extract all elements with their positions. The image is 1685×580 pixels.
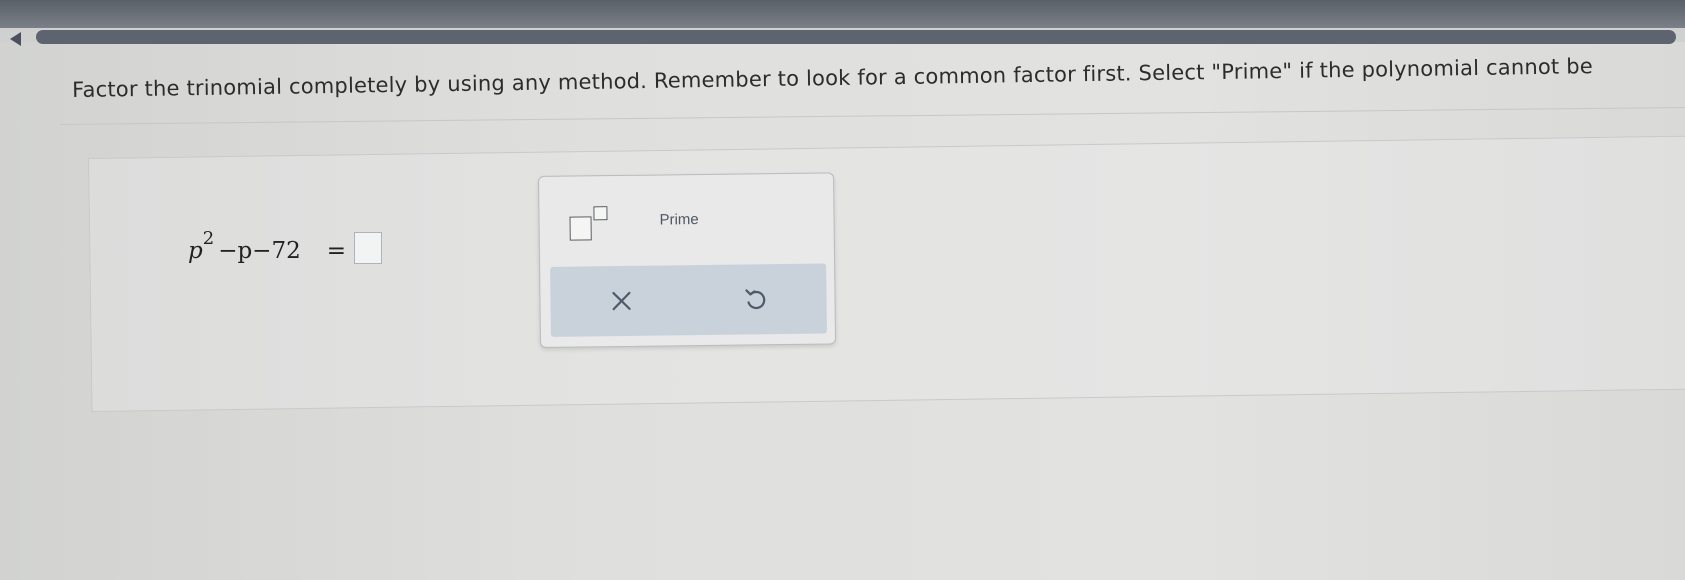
equation-exponent: 2 xyxy=(202,228,215,249)
back-arrow-icon[interactable] xyxy=(10,32,21,46)
divider xyxy=(60,106,1685,125)
screen: Factor the trinomial completely by using… xyxy=(0,0,1685,580)
exponent-template-button[interactable] xyxy=(569,206,613,243)
prime-button[interactable]: Prime xyxy=(659,211,698,228)
progress-bar xyxy=(36,30,1676,44)
exponent-sup-box xyxy=(593,206,608,221)
clear-button[interactable] xyxy=(598,278,645,325)
keypad-action-bar xyxy=(550,263,827,337)
undo-button[interactable] xyxy=(732,276,779,323)
question-text: Factor the trinomial completely by using… xyxy=(72,54,1594,102)
close-icon xyxy=(612,291,631,311)
exponent-base-box xyxy=(569,216,592,241)
equation: p2 −p−72 = xyxy=(188,228,383,264)
progress-bar-fill xyxy=(36,30,1676,44)
top-dark-bar xyxy=(0,0,1685,28)
answer-panel xyxy=(88,135,1685,412)
equation-rest: −p−72 xyxy=(218,238,301,264)
math-keypad: Prime xyxy=(538,172,837,348)
answer-input[interactable] xyxy=(354,232,383,264)
equation-variable: p xyxy=(188,238,203,264)
equals-sign: = xyxy=(326,238,347,264)
undo-icon xyxy=(745,289,766,310)
